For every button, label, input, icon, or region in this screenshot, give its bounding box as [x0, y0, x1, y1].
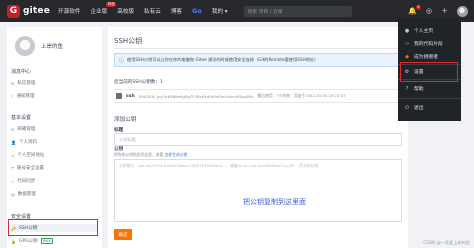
add-key-heading: 添加公钥	[114, 117, 137, 123]
sidebar-item-data-management[interactable]: ▤ 数据管理	[11, 191, 36, 198]
plus-icon[interactable]: ＋	[441, 6, 448, 16]
user-icon: ●	[404, 27, 410, 34]
bell-icon[interactable]: 🔔 6	[408, 5, 421, 15]
key-fingerprint: SHA256:-Jy/y3rKKBdeKgRg7F/SIaHYdFe0dEm4r…	[138, 93, 254, 99]
gitee-logo[interactable]: G gitee	[7, 4, 51, 18]
menu-item-label: 成为捐赠者	[414, 55, 438, 60]
info-banner-text: 使用SSH公钥可以让你在你的电脑和 Gitee 通讯的时候使用安全连接（Git的…	[127, 57, 319, 62]
nav-blog[interactable]: 博客	[171, 7, 182, 15]
user-icon: 👤	[11, 139, 16, 145]
key-hint-text: 把你的公钥粘贴到这里，查看	[114, 152, 164, 157]
nav-enterprise[interactable]: 企业版 特惠	[90, 2, 117, 15]
annotation-overlay: 把公钥复制到这里面	[243, 198, 306, 206]
sidebar-item-code-sync[interactable]: ‹› 代码同步	[11, 178, 36, 185]
enterprise-badge: 特惠	[106, 2, 117, 7]
menu-item-logout[interactable]: ⏻ 退出	[404, 104, 424, 112]
nav-university[interactable]: 高校版	[117, 7, 134, 15]
sidebar-item-account-security[interactable]: ⛉ 账号安全设置	[11, 165, 44, 172]
key-icon	[116, 93, 122, 99]
bell-icon: ♪	[11, 93, 14, 99]
sidebar-item-profile[interactable]: 👤 个人资料	[11, 139, 37, 146]
sidebar-item-label: 邮箱管理	[17, 127, 36, 132]
menu-item-label: 我的代码片段	[414, 42, 443, 47]
code-icon: ‹›	[405, 40, 409, 47]
key-count: 您当前的SSH公钥数：1	[114, 80, 163, 85]
sidebar-item-label: 数据管理	[17, 192, 36, 197]
menu-item-snippets[interactable]: ‹› 我的代码片段	[404, 40, 443, 48]
highlight-box-ssh	[8, 219, 98, 236]
ssh-keys-panel: SSH公钥 ⓘ 使用SSH公钥可以让你在你的电脑和 Gitee 通讯的时候使用安…	[108, 27, 408, 248]
nav-enterprise-label: 企业版	[90, 9, 108, 15]
sidebar-item-label: 账号安全设置	[17, 166, 44, 171]
key-hint: 把你的公钥粘贴到这里，查看 怎样生成公钥	[114, 152, 187, 158]
sidebar-item-label: 个人资料	[18, 140, 37, 145]
sidebar-item-label: 通知管理	[16, 94, 35, 99]
highlight-box-settings	[400, 62, 458, 82]
mail-icon: ✉	[11, 80, 15, 86]
menu-item-label: 个人主页	[414, 29, 434, 34]
beta-tag: Beta	[40, 238, 53, 244]
key-title-input[interactable]: 公钥标题	[114, 133, 402, 146]
section-message-center: 消息中心	[11, 69, 32, 75]
map-pin-icon[interactable]: ◎	[426, 7, 432, 15]
gitee-logo-mark: G	[7, 4, 20, 18]
key-name[interactable]: ssh	[126, 94, 135, 99]
link-icon: ∞	[11, 152, 15, 158]
profile-avatar[interactable]	[15, 36, 35, 56]
sidebar-item-label: 代码同步	[17, 179, 36, 184]
gift-icon: ◆	[405, 53, 409, 60]
nav-open-source[interactable]: 开源软件	[58, 7, 80, 15]
help-icon: ?	[405, 85, 409, 92]
watermark: CSDN @一条爱上岸的鱼	[423, 240, 470, 245]
sidebar-item-private-messages[interactable]: ✉ 私信管理	[11, 80, 36, 87]
key-meta: 最后使用：7小时前 · 添加于2022-10-04 19:22:07	[257, 93, 346, 98]
menu-item-help[interactable]: ? 帮助	[404, 85, 424, 93]
logout-icon: ⏻	[405, 104, 409, 111]
menu-divider	[398, 98, 461, 99]
page-title: SSH公钥	[114, 37, 143, 45]
avatar[interactable]	[457, 5, 468, 17]
public-key-textarea[interactable]: 公钥格式：ssh-ed25519 AAAAC3NzaC1lZDI1NTE5AAA…	[114, 159, 402, 222]
menu-item-homepage[interactable]: ● 个人主页	[404, 27, 434, 35]
title-divider	[114, 48, 402, 49]
search-input[interactable]: 搜索 项目 / 仓库	[243, 5, 352, 17]
sidebar-item-space-address[interactable]: ∞ 个人空间地址	[11, 152, 45, 159]
nav-go[interactable]: Go	[192, 7, 202, 15]
code-icon: ‹›	[11, 178, 15, 184]
section-basic-settings: 基本设置	[11, 115, 32, 121]
sidebar-item-label: 私信管理	[17, 81, 36, 86]
sidebar-item-gpg-keys[interactable]: 🔒 GPG公钥 Beta	[11, 238, 53, 244]
username: 上岸的鱼	[41, 44, 64, 50]
key-row: ssh SHA256:-Jy/y3rKKBdeKgRg7F/SIaHYdFe0d…	[114, 89, 402, 103]
database-icon: ▤	[11, 191, 15, 197]
sidebar-item-notifications[interactable]: ♪ 通知管理	[11, 93, 35, 100]
submit-button[interactable]: 确定	[114, 229, 132, 240]
nav-private-cloud[interactable]: 私有云	[144, 7, 161, 15]
shield-icon: ⛉	[11, 165, 14, 171]
menu-item-label: 退出	[414, 106, 424, 111]
info-banner: ⓘ 使用SSH公钥可以让你在你的电脑和 Gitee 通讯的时候使用安全连接（Gi…	[114, 53, 402, 67]
sidebar-item-email[interactable]: ✉ 邮箱管理	[11, 126, 36, 133]
envelope-icon: ✉	[11, 126, 15, 132]
sidebar-item-label: 个人空间地址	[17, 153, 45, 158]
info-icon: ⓘ	[119, 57, 125, 64]
how-to-generate-link[interactable]: 怎样生成公钥	[165, 152, 188, 157]
nav-mine-menu[interactable]: 我的 ▾	[212, 7, 228, 15]
gitee-logo-text: gitee	[23, 6, 51, 16]
lock-icon: 🔒	[11, 238, 16, 244]
menu-item-label: 帮助	[414, 87, 424, 92]
menu-item-donor[interactable]: ◆ 成为捐赠者	[404, 53, 438, 61]
settings-sidebar: 上岸的鱼 消息中心 ✉ 私信管理 ♪ 通知管理 基本设置 ✉ 邮箱管理 👤 个人资料 ∞…	[7, 27, 102, 248]
sidebar-item-label: GPG公钥	[18, 239, 38, 244]
notification-count-badge: 6	[415, 5, 421, 10]
